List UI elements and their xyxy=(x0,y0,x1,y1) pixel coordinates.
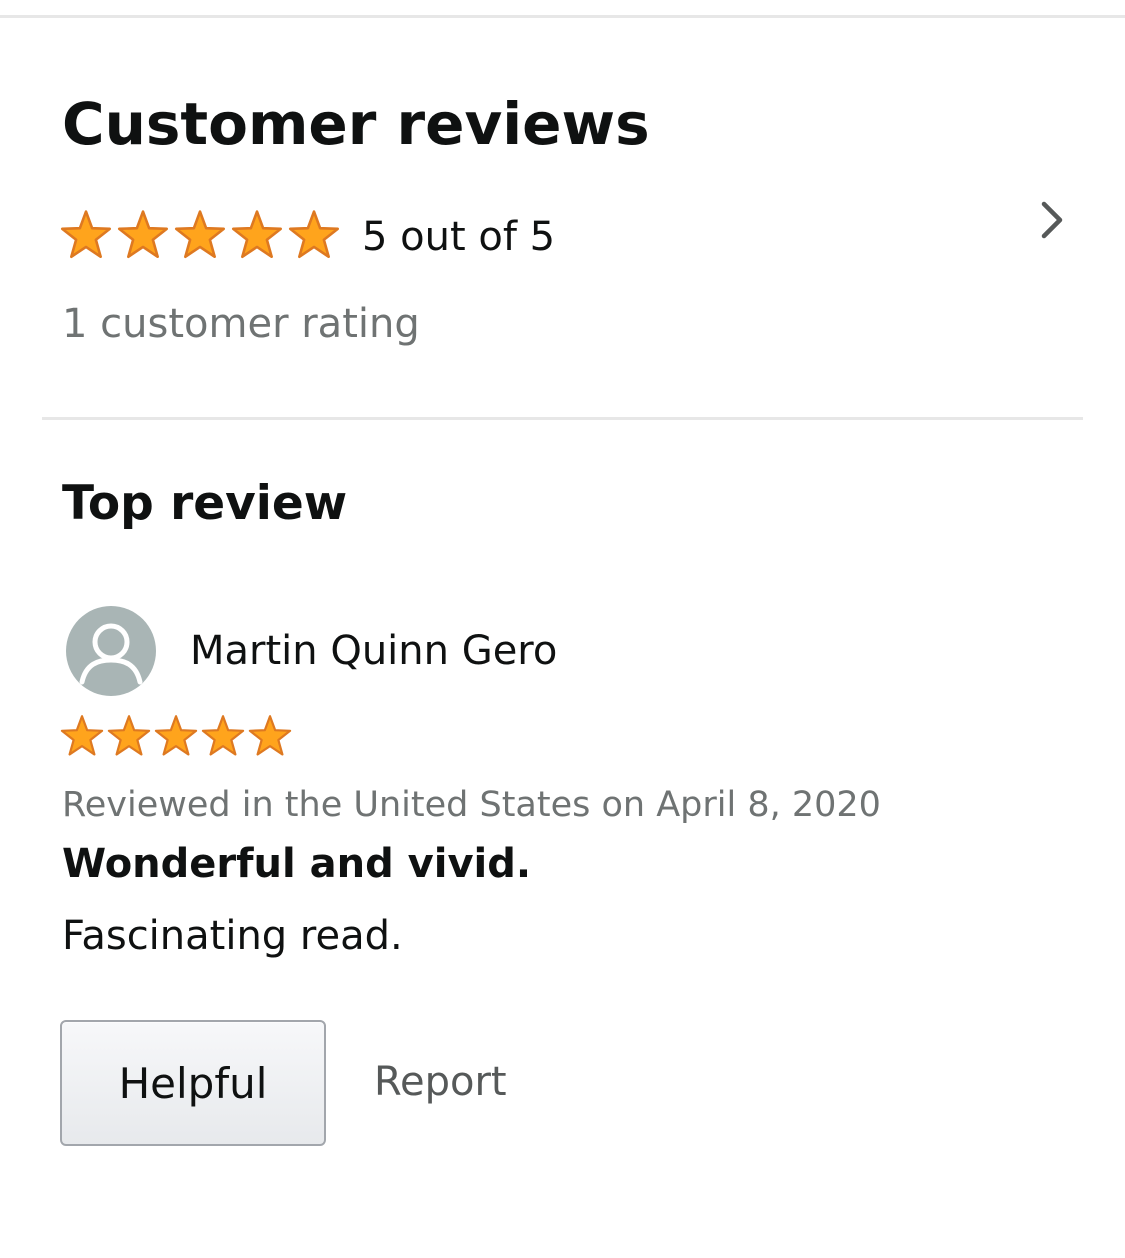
star-icon xyxy=(201,715,245,756)
reviewer-row: Martin Quinn Gero xyxy=(66,605,557,697)
star-icon xyxy=(107,715,151,756)
rating-summary-text: 5 out of 5 xyxy=(362,214,556,260)
reviewer-name[interactable]: Martin Quinn Gero xyxy=(190,626,557,676)
star-icon xyxy=(117,210,169,259)
summary-star-rating xyxy=(60,205,340,265)
person-icon xyxy=(79,623,143,685)
avatar xyxy=(66,606,156,696)
star-icon xyxy=(60,210,112,259)
helpful-button[interactable]: Helpful xyxy=(60,1020,326,1146)
section-divider xyxy=(42,417,1083,420)
review-date-location: Reviewed in the United States on April 8… xyxy=(62,785,881,825)
top-review-title: Top review xyxy=(62,476,348,531)
review-star-rating xyxy=(60,712,292,760)
rating-count: 1 customer rating xyxy=(62,301,420,347)
star-icon xyxy=(231,210,283,259)
star-icon xyxy=(248,715,292,756)
page-title: Customer reviews xyxy=(62,90,650,158)
star-icon xyxy=(60,715,104,756)
rating-summary-row[interactable]: 5 out of 5 xyxy=(60,200,1070,270)
review-headline: Wonderful and vivid. xyxy=(62,841,532,887)
review-body: Fascinating read. xyxy=(62,913,403,959)
star-icon xyxy=(154,715,198,756)
chevron-right-icon[interactable] xyxy=(1034,200,1070,240)
top-divider xyxy=(0,15,1125,18)
report-link[interactable]: Report xyxy=(374,1055,507,1109)
star-icon xyxy=(288,210,340,259)
star-icon xyxy=(174,210,226,259)
